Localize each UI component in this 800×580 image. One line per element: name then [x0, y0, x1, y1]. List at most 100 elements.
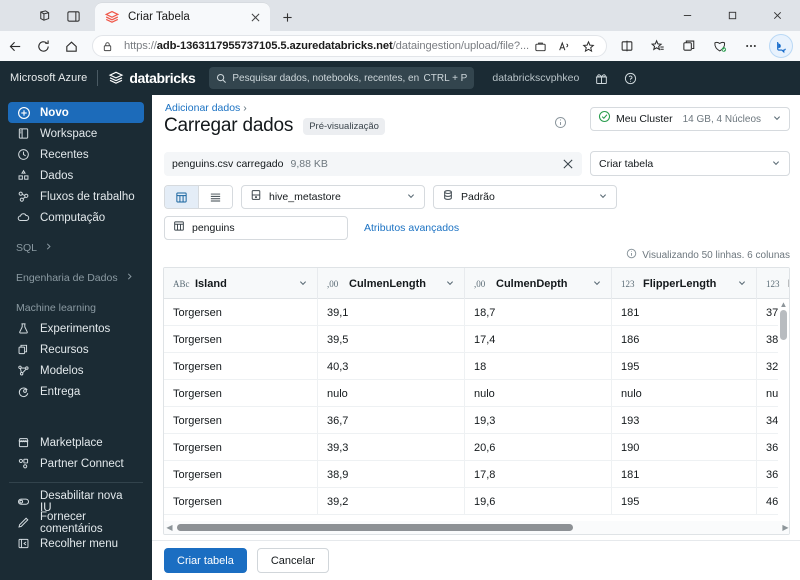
new-tab-button[interactable]	[274, 4, 300, 30]
close-icon[interactable]	[247, 9, 264, 26]
vertical-scroll-thumb[interactable]	[780, 310, 787, 340]
table-cell: 190	[612, 434, 757, 461]
gift-icon[interactable]	[595, 72, 608, 85]
chevron-down-icon[interactable]	[584, 275, 602, 293]
schema-select[interactable]: Padrão	[433, 185, 617, 209]
table-row[interactable]: Torgersen 39,1 18,7 181 3750	[164, 299, 789, 326]
uploaded-file-bar: penguins.csv carregado 9,88 KB	[164, 152, 582, 176]
collections-icon[interactable]	[529, 40, 553, 53]
sidebar-item-novo[interactable]: Novo	[8, 102, 144, 123]
browser-settings-more-icon[interactable]	[736, 33, 766, 59]
list-view-button[interactable]	[199, 186, 232, 208]
sidebar-item-recentes[interactable]: Recentes	[8, 144, 144, 165]
sidebar-item-fornecer-comentarios[interactable]: Fornecer comentários	[8, 511, 144, 535]
sidebar-item-desabilitar-nova-iu[interactable]: Desabilitar nova IU	[8, 490, 144, 514]
url-bar[interactable]: https://adb-1363117955737105.5.azuredata…	[92, 35, 607, 57]
bing-copilot-button[interactable]	[768, 34, 793, 58]
window-minimize-button[interactable]	[665, 0, 710, 31]
column-header-culmenlength[interactable]: ,00 CulmenLength	[318, 268, 465, 299]
sidebar-item-computacao[interactable]: Computação	[8, 207, 144, 228]
sidebar-item-recursos[interactable]: Recursos	[8, 339, 144, 360]
sidebar-item-recolher-menu[interactable]: Recolher menu	[8, 533, 144, 554]
back-icon[interactable]	[3, 33, 28, 59]
view-mode-toggle	[164, 185, 233, 209]
experiment-icon	[16, 322, 31, 335]
sidebar-item-partner-connect[interactable]: Partner Connect	[8, 453, 144, 474]
sidebar-section-label: Engenharia de Dados	[16, 271, 118, 284]
favorites-list-icon[interactable]	[643, 33, 673, 59]
sidebar-item-label: Marketplace	[40, 436, 103, 449]
browser-shield-icon[interactable]	[705, 33, 735, 59]
favorite-star-icon[interactable]	[577, 40, 601, 53]
help-icon[interactable]	[624, 72, 637, 85]
browser-workspaces-icon[interactable]	[33, 5, 55, 27]
cancel-button[interactable]: Cancelar	[256, 548, 329, 573]
table-cell: 181	[612, 299, 757, 326]
table-cell: Torgersen	[164, 407, 318, 434]
create-table-button[interactable]: Criar tabela	[164, 548, 247, 573]
horizontal-scroll-thumb[interactable]	[177, 524, 573, 531]
sidebar-item-fluxos-de-trabalho[interactable]: Fluxos de trabalho	[8, 186, 144, 207]
search-placeholder: Pesquisar dados, notebooks, recentes, en…	[232, 72, 419, 84]
table-row[interactable]: Torgersen 38,9 17,8 181 3625	[164, 461, 789, 488]
read-aloud-icon[interactable]	[553, 40, 577, 53]
scroll-right-arrow-icon[interactable]: ▶	[780, 523, 789, 532]
catalog-select[interactable]: hive_metastore	[241, 185, 425, 209]
sidebar-section-sql[interactable]: SQL	[8, 237, 144, 258]
horizontal-scroll-track[interactable]	[175, 521, 780, 534]
info-icon[interactable]	[554, 116, 567, 134]
table-cell: nulo	[318, 380, 465, 407]
table-row[interactable]: Torgersen nulo nulo nulo nulo	[164, 380, 789, 407]
search-input[interactable]: Pesquisar dados, notebooks, recentes, en…	[209, 67, 475, 89]
browser-sidebar-toggle-icon[interactable]	[62, 5, 84, 27]
split-screen-icon[interactable]	[612, 33, 642, 59]
chevron-down-icon[interactable]	[729, 275, 747, 293]
column-type-icon: 123	[621, 278, 635, 289]
chevron-down-icon[interactable]	[290, 275, 308, 293]
sidebar-item-marketplace[interactable]: Marketplace	[8, 432, 144, 453]
sidebar-item-experimentos[interactable]: Experimentos	[8, 318, 144, 339]
sidebar-item-dados[interactable]: Dados	[8, 165, 144, 186]
table-cell: Torgersen	[164, 326, 318, 353]
breadcrumb-link[interactable]: Adicionar dados	[165, 102, 240, 114]
table-row[interactable]: Torgersen 39,3 20,6 190 3650	[164, 434, 789, 461]
sidebar-item-label: Modelos	[40, 364, 84, 377]
column-header-culmendepth[interactable]: ,00 CulmenDepth	[465, 268, 612, 299]
account-name-label[interactable]: databrickscvphkeo	[492, 72, 579, 84]
reload-icon[interactable]	[31, 33, 56, 59]
column-header-bodymass[interactable]: 123 Bo	[757, 268, 789, 299]
browser-tab-criar-tabela[interactable]: Criar Tabela	[95, 3, 270, 31]
breadcrumb[interactable]: Adicionar dados ›	[165, 102, 247, 114]
column-header-flipperlength[interactable]: 123 FlipperLength	[612, 268, 757, 299]
sidebar-item-entrega[interactable]: Entrega	[8, 381, 144, 402]
databricks-logo[interactable]: databricks	[108, 70, 196, 86]
table-cell: 40,3	[318, 353, 465, 380]
grid-horizontal-scrollbar[interactable]: ◀ ▶	[164, 521, 789, 534]
window-close-button[interactable]	[755, 0, 800, 31]
column-header-island[interactable]: ABc Island	[164, 268, 318, 299]
browser-essentials-icon[interactable]	[674, 33, 704, 59]
sidebar-item-label: Entrega	[40, 385, 81, 398]
chevron-down-icon[interactable]	[437, 275, 455, 293]
table-cell: Torgersen	[164, 353, 318, 380]
grid-vertical-scrollbar[interactable]: ▲ ▼	[778, 299, 789, 534]
home-icon[interactable]	[59, 33, 84, 59]
scroll-left-arrow-icon[interactable]: ◀	[164, 523, 175, 532]
scroll-up-arrow-icon[interactable]: ▲	[779, 300, 788, 309]
column-type-icon: ,00	[327, 278, 339, 289]
sidebar-item-workspace[interactable]: Workspace	[8, 123, 144, 144]
remove-file-icon[interactable]	[562, 158, 574, 170]
sidebar-section-engenharia-de-dados[interactable]: Engenharia de Dados	[8, 267, 144, 288]
sidebar-item-modelos[interactable]: Modelos	[8, 360, 144, 381]
grid-view-button[interactable]	[165, 186, 198, 208]
table-name-input[interactable]: penguins	[164, 216, 348, 240]
table-row[interactable]: Torgersen 36,7 19,3 193 3450	[164, 407, 789, 434]
table-row[interactable]: Torgersen 40,3 18 195 3250	[164, 353, 789, 380]
action-select[interactable]: Criar tabela	[590, 151, 790, 176]
table-row[interactable]: Torgersen 39,5 17,4 186 3800	[164, 326, 789, 353]
models-icon	[16, 364, 31, 377]
advanced-attributes-link[interactable]: Atributos avançados	[364, 222, 459, 234]
window-maximize-button[interactable]	[710, 0, 755, 31]
table-row[interactable]: Torgersen 39,2 19,6 195 4675	[164, 488, 789, 515]
cluster-selector[interactable]: Meu Cluster 14 GB, 4 Núcleos	[590, 107, 790, 131]
